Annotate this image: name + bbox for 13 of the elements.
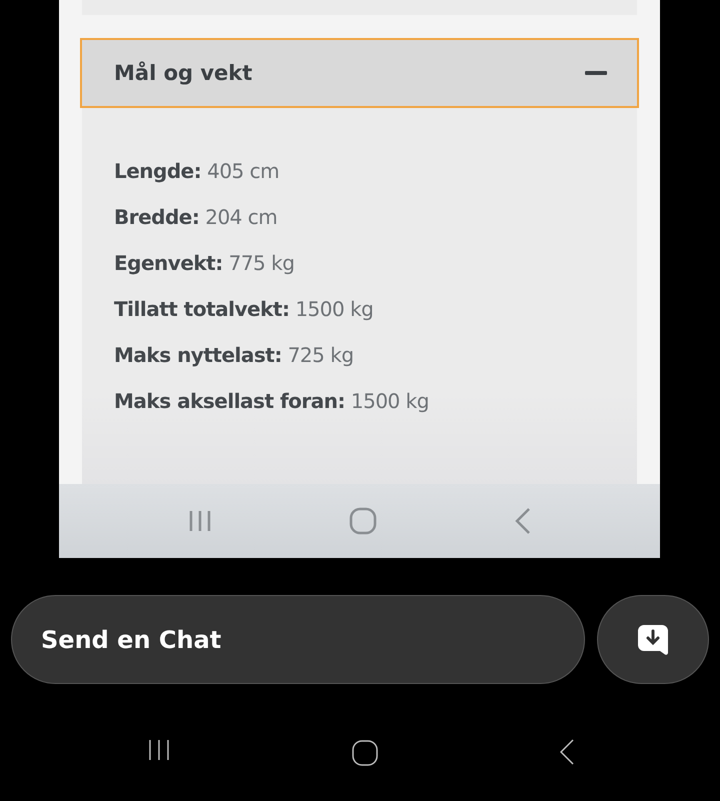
spec-line: Lengde: 405 cm: [114, 158, 280, 184]
section-title: Mål og vekt: [114, 61, 252, 85]
spec-line: Egenvekt: 775 kg: [114, 250, 296, 276]
spec-line: Tillatt totalvekt: 1500 kg: [114, 296, 374, 322]
home-icon[interactable]: [350, 738, 380, 768]
accordion-header[interactable]: Mål og vekt: [80, 38, 639, 108]
download-icon: [636, 622, 670, 656]
spec-line: Maks nyttelast: 725 kg: [114, 342, 355, 368]
back-icon[interactable]: [558, 738, 576, 766]
minus-icon: [585, 71, 607, 75]
spec-line: Bredde: 204 cm: [114, 204, 278, 230]
chat-input[interactable]: Send en Chat: [11, 595, 585, 684]
spec-line: Maks aksellast foran: 1500 kg: [114, 388, 430, 414]
